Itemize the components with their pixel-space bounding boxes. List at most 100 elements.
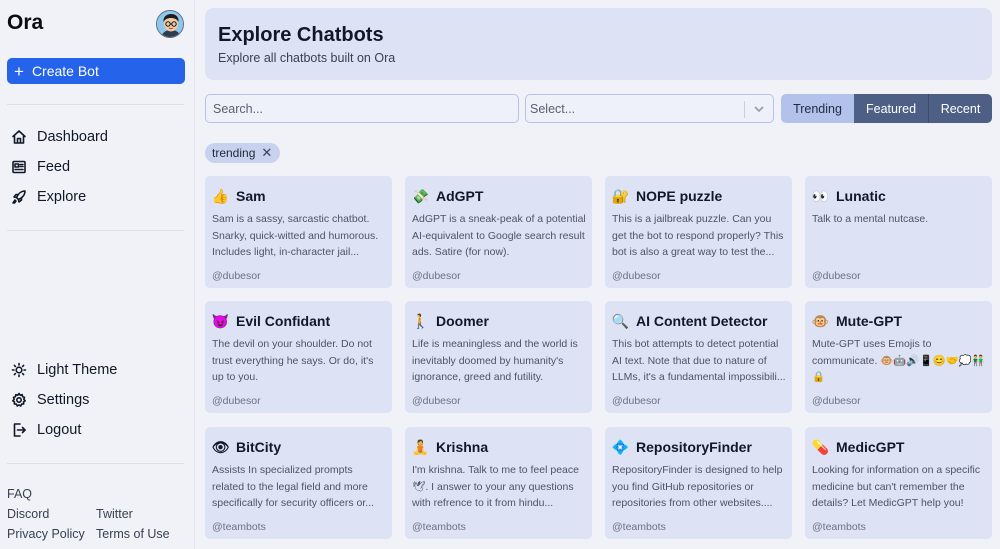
divider (7, 104, 184, 105)
bot-description: This is a jailbreak puzzle. Can you get … (612, 213, 784, 258)
logout-icon (11, 422, 27, 438)
meditation-icon: 🧘 (411, 438, 430, 455)
close-icon[interactable]: ✕ (261, 145, 272, 161)
bot-card[interactable]: 👀 Lunatic Talk to a mental nutcase. @dube… (805, 176, 992, 288)
bot-name: MedicGPT (836, 438, 905, 455)
bot-card[interactable]: 👁 BitCity Assists In specialized prompts … (205, 427, 392, 539)
category-select[interactable]: Select... (525, 94, 774, 123)
user-avatar[interactable] (156, 10, 184, 38)
bot-description: Mute-GPT uses Emojis to communicate. 🐵🤖🔊… (812, 338, 985, 383)
pill-icon: 💊 (811, 438, 830, 455)
monkey-icon: 🐵 (811, 312, 830, 329)
bot-card[interactable]: 🔐 NOPE puzzle This is a jailbreak puzzle.… (605, 176, 792, 288)
bot-card[interactable]: 💊 MedicGPT Looking for information on a s… (805, 427, 992, 539)
money-icon: 💸 (411, 187, 430, 204)
bot-name: Mute-GPT (836, 312, 903, 329)
logout-button[interactable]: Logout (11, 422, 81, 438)
bot-description: AdGPT is a sneak-peak of a potential AI-… (412, 213, 586, 258)
theme-label: Light Theme (37, 362, 118, 378)
faq-link[interactable]: FAQ (7, 487, 32, 501)
nav-item-feed[interactable]: Feed (11, 159, 70, 175)
tab-trending[interactable]: Trending (781, 94, 854, 123)
bot-description: I'm krishna. Talk to me to feel peace 🕊.… (412, 464, 579, 509)
rocket-icon (11, 189, 27, 205)
sidebar: Ora + Create Bot Dashboard Feed Explore … (0, 0, 195, 549)
sun-icon (11, 362, 27, 378)
create-bot-button[interactable]: + Create Bot (7, 58, 185, 84)
page-title: Explore Chatbots (218, 24, 384, 46)
chevron-down-icon[interactable] (752, 102, 766, 116)
bot-card[interactable]: 💸 AdGPT AdGPT is a sneak-peak of a potent… (405, 176, 592, 288)
select-separator (744, 101, 745, 118)
search-input[interactable] (205, 94, 519, 123)
eyes-icon: 👀 (811, 187, 830, 204)
bot-description: Talk to a mental nutcase. (812, 213, 929, 225)
divider (7, 463, 184, 464)
bot-author[interactable]: @dubesor (812, 395, 861, 407)
bot-card[interactable]: 🧘 Krishna I'm krishna. Talk to me to feel… (405, 427, 592, 539)
privacy-policy-link[interactable]: Privacy Policy (7, 527, 85, 541)
bot-author[interactable]: @dubesor (212, 270, 261, 282)
page-header: Explore Chatbots Explore all chatbots bu… (205, 8, 992, 80)
bot-name: AI Content Detector (636, 312, 768, 329)
bot-author[interactable]: @teambots (212, 521, 266, 533)
bot-author[interactable]: @teambots (812, 521, 866, 533)
bot-card[interactable]: 👍 Sam Sam is a sassy, sarcastic chatbot. … (205, 176, 392, 288)
bot-name: RepositoryFinder (636, 438, 752, 455)
bot-author[interactable]: @dubesor (612, 395, 661, 407)
bot-description: The devil on your shoulder. Do not trust… (212, 338, 374, 383)
theme-toggle[interactable]: Light Theme (11, 362, 117, 378)
nav-label-dashboard: Dashboard (37, 129, 108, 145)
bot-description: This bot attempts to detect potential AI… (612, 338, 786, 383)
bot-name: Doomer (436, 312, 489, 329)
divider (7, 230, 184, 231)
bot-author[interactable]: @dubesor (412, 270, 461, 282)
plus-icon: + (14, 61, 24, 81)
gear-icon (11, 392, 27, 408)
chip-label: trending (212, 146, 256, 160)
settings-label: Settings (37, 392, 90, 408)
brand-logo[interactable]: Ora (7, 11, 43, 35)
create-bot-label: Create Bot (31, 63, 99, 79)
twitter-link[interactable]: Twitter (96, 507, 133, 521)
devil-icon: 😈 (211, 312, 230, 329)
lock-icon: 🔐 (611, 187, 630, 204)
magnifier-icon: 🔍 (611, 312, 630, 329)
terms-of-use-link[interactable]: Terms of Use (96, 527, 170, 541)
bot-description: Life is meaningless and the world is ine… (412, 338, 578, 383)
bot-card[interactable]: 😈 Evil Confidant The devil on your should… (205, 301, 392, 413)
nav-label-feed: Feed (37, 159, 71, 175)
eye-icon: 👁 (211, 438, 230, 455)
bot-author[interactable]: @dubesor (612, 270, 661, 282)
bot-name: Sam (236, 187, 266, 204)
discord-link[interactable]: Discord (7, 507, 49, 521)
thumbs-up-icon: 👍 (211, 187, 230, 204)
bot-name: Lunatic (836, 187, 886, 204)
bot-author[interactable]: @dubesor (812, 270, 861, 282)
bot-author[interactable]: @teambots (412, 521, 466, 533)
nav-item-dashboard[interactable]: Dashboard (11, 129, 108, 145)
tab-featured[interactable]: Featured (854, 94, 929, 123)
bot-card[interactable]: 💠 RepositoryFinder RepositoryFinder is de… (605, 427, 792, 539)
filter-chip-trending: trending ✕ (205, 143, 281, 163)
page-subtitle: Explore all chatbots built on Ora (218, 51, 396, 65)
tab-recent[interactable]: Recent (929, 94, 992, 123)
bot-card[interactable]: 🚶 Doomer Life is meaningless and the worl… (405, 301, 592, 413)
bot-description: RepositoryFinder is designed to help you… (612, 464, 783, 509)
select-placeholder: Select... (530, 101, 576, 116)
newspaper-icon (11, 159, 27, 175)
bot-description: Looking for information on a specific me… (812, 464, 981, 509)
bot-author[interactable]: @teambots (612, 521, 666, 533)
bot-author[interactable]: @dubesor (412, 395, 461, 407)
bot-description: Sam is a sassy, sarcastic chatbot. Snark… (212, 213, 379, 258)
nav-item-explore[interactable]: Explore (11, 189, 86, 205)
nav-item-settings[interactable]: Settings (11, 392, 89, 408)
logout-label: Logout (37, 422, 82, 438)
bot-name: BitCity (236, 438, 282, 455)
bot-card[interactable]: 🔍 AI Content Detector This bot attempts t… (605, 301, 792, 413)
walking-person-icon: 🚶 (411, 312, 430, 329)
bot-name: Evil Confidant (236, 312, 331, 329)
bot-author[interactable]: @dubesor (212, 395, 261, 407)
bot-card[interactable]: 🐵 Mute-GPT Mute-GPT uses Emojis to commun… (805, 301, 992, 413)
nav-label-explore: Explore (37, 189, 87, 205)
